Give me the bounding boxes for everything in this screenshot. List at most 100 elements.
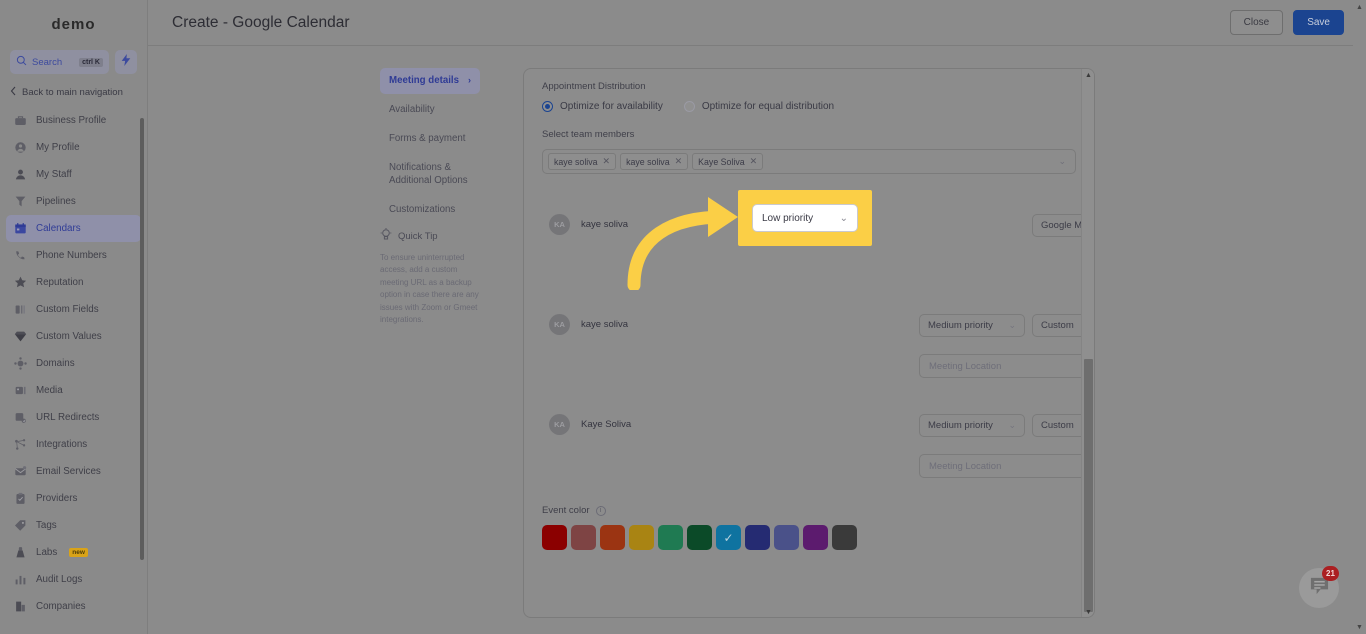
select-team-members-label: Select team members [542,129,635,140]
sidebar-item-business-profile[interactable]: Business Profile [6,107,141,134]
close-icon[interactable]: ✕ [603,156,611,167]
priority-dropdown[interactable]: Medium priority ⌄ [919,414,1025,437]
scroll-down-arrow[interactable]: ▼ [1082,606,1094,617]
lightning-icon [121,53,131,71]
team-members-select[interactable]: kaye soliva ✕ kaye soliva ✕ Kaye Soliva ✕ ⌄ [542,149,1076,174]
member-name: kaye soliva [581,219,628,230]
sidebar-item-custom-fields[interactable]: Custom Fields [6,296,141,323]
scroll-up-arrow[interactable]: ▲ [1082,69,1094,82]
event-color-swatch[interactable] [571,525,596,550]
close-icon[interactable]: ✕ [750,156,758,167]
sidebar-item-companies[interactable]: Companies [6,593,141,620]
quick-action-button[interactable] [115,50,137,74]
sidebar-nav-list: Business Profile My Profile My Staff Pipeli… [0,107,147,620]
event-color-swatch[interactable]: ✓ [716,525,741,550]
window-scroll-down-arrow[interactable]: ▼ [1353,620,1366,634]
sidebar-item-url-redirects[interactable]: URL Redirects [6,404,141,431]
radio-option-1[interactable]: Optimize for equal distribution [683,101,834,112]
event-color-swatches: ✓ [542,525,1076,550]
event-color-swatch[interactable] [774,525,799,550]
sidebar-item-providers[interactable]: Providers [6,485,141,512]
team-member-chip[interactable]: kaye soliva ✕ [548,153,617,170]
fields-icon [14,303,27,316]
app-root: demo Search ctrl K Back to main navigati… [0,0,1366,634]
priority-value: Medium priority [928,320,993,331]
meeting-location-input[interactable]: Meeting Location [919,354,1094,378]
team-member-row: KA Kaye Soliva Medium priority ⌄ Custom ⌄ Meet… [542,401,1094,501]
sidebar-item-pipelines[interactable]: Pipelines [6,188,141,215]
event-color-swatch[interactable] [658,525,683,550]
team-member-chip[interactable]: kaye soliva ✕ [620,153,689,170]
sidebar-item-calendars[interactable]: Calendars [6,215,141,242]
sidebar-item-my-staff[interactable]: My Staff [6,161,141,188]
meeting-location-placeholder: Meeting Location [929,360,1002,372]
nodes-icon [14,438,27,451]
tab-label: Meeting details [389,75,459,86]
sidebar-item-label: Pipelines [36,196,76,207]
star-icon [14,276,27,289]
event-color-swatch[interactable] [832,525,857,550]
radio-button[interactable] [542,101,553,112]
sidebar-item-phone-numbers[interactable]: Phone Numbers [6,242,141,269]
priority-dropdown-highlighted[interactable]: Low priority ⌄ [752,204,858,232]
phone-icon [14,249,27,262]
sidebar-scrollbar[interactable] [140,118,144,560]
close-icon[interactable]: ✕ [675,156,683,167]
sidebar: demo Search ctrl K Back to main navigati… [0,0,148,634]
sidebar-item-tags[interactable]: Tags [6,512,141,539]
back-to-main-navigation[interactable]: Back to main navigation [0,76,147,107]
tab-meeting-details[interactable]: Meeting details › [380,68,480,95]
meeting-location-input[interactable]: Meeting Location [919,454,1094,478]
chip-label: kaye soliva [554,156,598,167]
sidebar-item-audit-logs[interactable]: Audit Logs [6,566,141,593]
team-member-chip[interactable]: Kaye Soliva ✕ [692,153,764,170]
page-title: Create - Google Calendar [172,13,350,31]
event-color-swatch[interactable] [600,525,625,550]
search-input[interactable]: Search ctrl K [10,50,109,74]
event-color-swatch[interactable] [542,525,567,550]
sidebar-item-badge: new [69,548,88,557]
radio-button[interactable] [683,101,695,112]
tab-forms-payment[interactable]: Forms & payment [380,126,480,152]
tab-customizations[interactable]: Customizations [380,197,480,223]
info-icon[interactable]: i [595,505,606,516]
flask-icon [14,546,27,559]
member-identity: KA kaye soliva [549,214,628,235]
window-scroll-up-arrow[interactable]: ▲ [1353,0,1366,14]
sidebar-item-label: Custom Values [36,331,102,342]
sidebar-item-my-profile[interactable]: My Profile [6,134,141,161]
card-scrollbar-thumb[interactable] [1084,359,1093,612]
bars-icon [14,573,27,586]
meeting-details-card: Appointment Distribution Optimize for av… [523,68,1095,618]
event-color-swatch[interactable] [687,525,712,550]
sidebar-item-integrations[interactable]: Integrations [6,431,141,458]
event-color-swatch[interactable] [803,525,828,550]
sidebar-item-label: Custom Fields [36,304,99,315]
person-icon [14,168,27,181]
sidebar-item-media[interactable]: Media [6,377,141,404]
radio-option-0[interactable]: Optimize for availability [542,101,663,112]
chip-label: Kaye Soliva [698,156,745,167]
tab-notifications-additional-options[interactable]: Notifications & Additional Options [380,155,480,193]
sidebar-item-domains[interactable]: Domains [6,350,141,377]
card-content: Appointment Distribution Optimize for av… [524,69,1094,617]
save-button[interactable]: Save [1293,10,1344,35]
priority-value: Medium priority [928,420,993,431]
window-scrollbar[interactable]: ▲ ▼ [1353,0,1366,634]
sidebar-item-label: Business Profile [36,115,107,126]
calendar-icon [14,222,27,235]
sidebar-item-email-services[interactable]: Email Services [6,458,141,485]
chat-unread-badge: 21 [1322,566,1339,581]
sidebar-item-custom-values[interactable]: Custom Values [6,323,141,350]
tab-label: Availability [389,104,435,116]
member-name: kaye soliva [581,319,628,330]
close-button[interactable]: Close [1229,10,1284,35]
sidebar-item-reputation[interactable]: Reputation [6,269,141,296]
card-scrollbar[interactable]: ▲ ▼ [1081,69,1094,617]
event-color-swatch[interactable] [745,525,770,550]
sidebar-item-labs[interactable]: Labs new [6,539,141,566]
priority-value: Low priority [762,212,814,224]
tab-availability[interactable]: Availability [380,97,480,123]
event-color-swatch[interactable] [629,525,654,550]
priority-dropdown[interactable]: Medium priority ⌄ [919,314,1025,337]
